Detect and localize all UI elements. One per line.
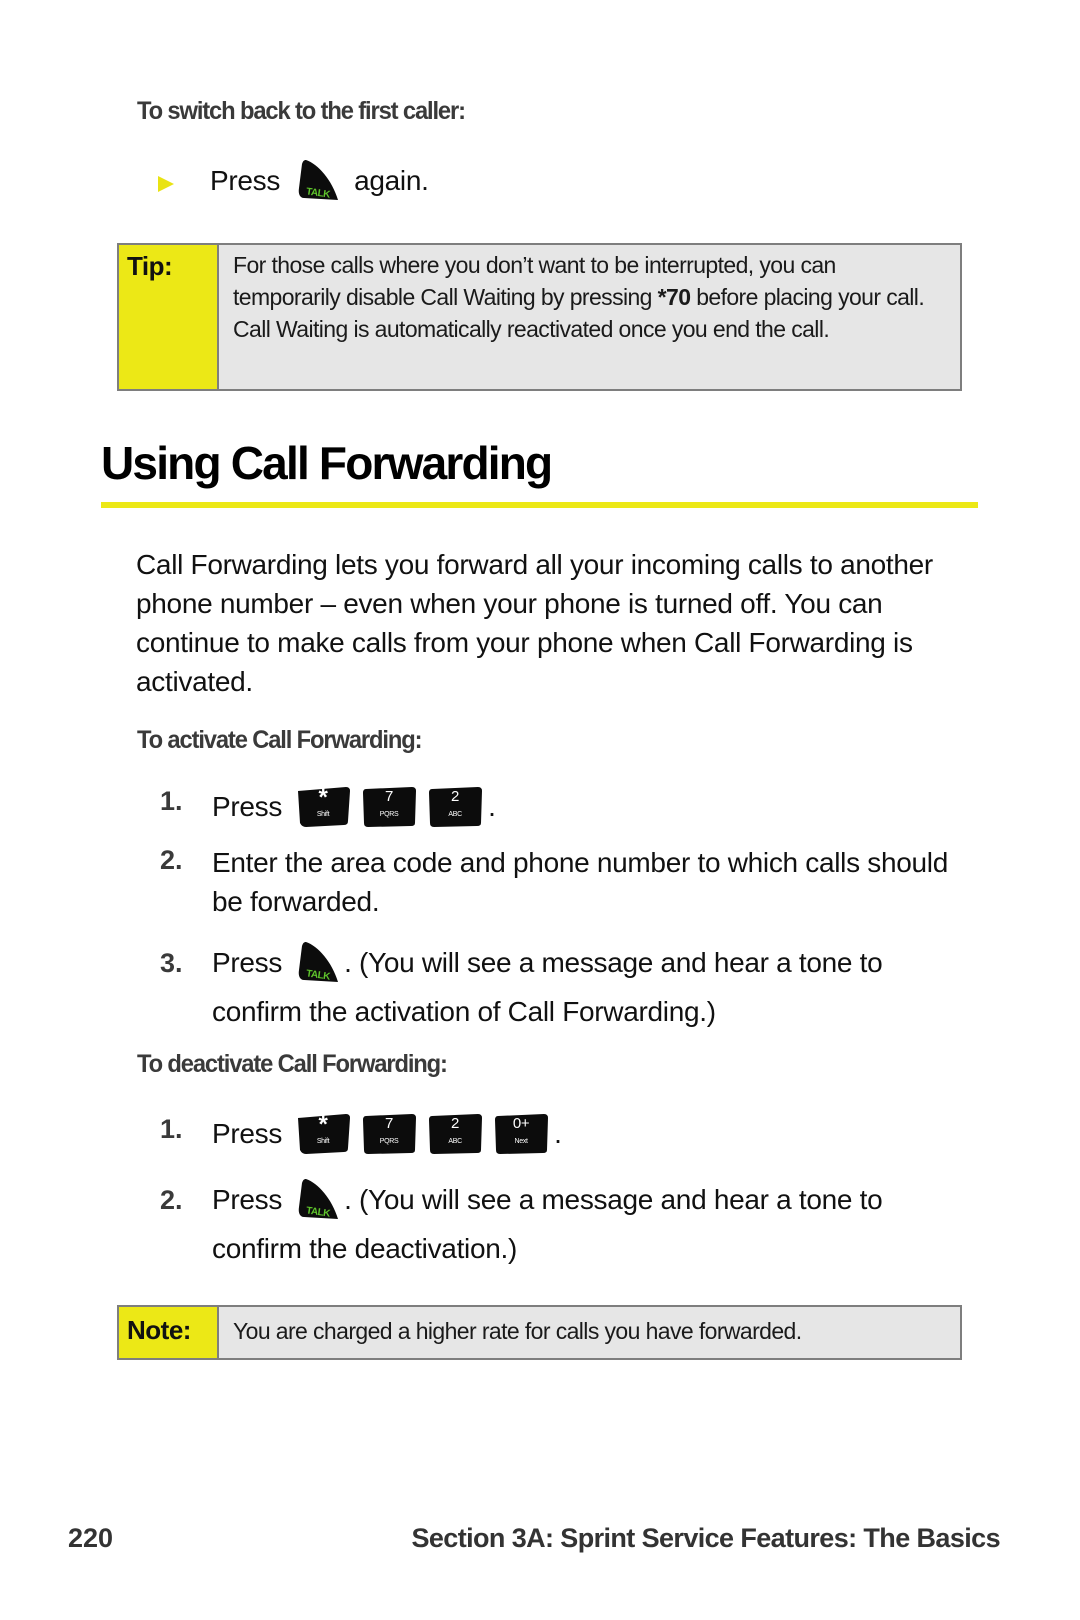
talk-key-label: TALK (305, 1205, 331, 1220)
talk-key-icon: TALK (296, 158, 340, 202)
period: . (554, 1117, 562, 1149)
key-sub-label: Next (514, 1138, 528, 1145)
again-label: again. (354, 164, 429, 196)
keypad-key-icon: * Shift (294, 785, 352, 827)
keypad-key-icon: * Shift (294, 1112, 352, 1154)
switch-back-heading: To switch back to the first caller: (137, 97, 466, 125)
deactivate-step-2: Press TALK . (You will see a message and… (212, 1177, 883, 1221)
step-number: 3. (160, 948, 183, 978)
key-main-label: 7 (385, 788, 394, 805)
key-main-label: * (318, 784, 328, 811)
press-label: Press (212, 946, 283, 978)
press-label: Press (210, 164, 281, 196)
step-text: . (You will see a message and hear a ton… (344, 1183, 883, 1215)
key-main-label: * (318, 1111, 328, 1138)
talk-key-label: TALK (305, 968, 331, 983)
keypad-key-icon: 2 ABC (426, 785, 484, 827)
note-callout: Note: You are charged a higher rate for … (117, 1305, 962, 1360)
step-number: 1. (160, 786, 183, 816)
activate-step-1: Press * Shift 7 PQRS 2 ABC . (212, 785, 496, 827)
press-label: Press (212, 790, 283, 822)
press-label: Press (212, 1183, 283, 1215)
note-text: You are charged a higher rate for calls … (233, 1318, 802, 1344)
intro-paragraph: Call Forwarding lets you forward all you… (136, 549, 933, 697)
title-underline (101, 502, 978, 508)
talk-key-label: TALK (305, 186, 331, 201)
period: . (488, 790, 496, 822)
step-text: . (You will see a message and hear a ton… (344, 946, 883, 978)
key-sub-label: Shift (316, 1138, 330, 1145)
key-sub-label: PQRS (379, 1138, 399, 1145)
tip-text: For those calls where you don’t want to … (219, 245, 960, 389)
talk-key-icon: TALK (296, 1177, 340, 1221)
activate-step-3-line2: confirm the activation of Call Forwardin… (212, 996, 716, 1027)
step-number: 2. (160, 1185, 183, 1215)
tip-label: Tip: (119, 245, 219, 389)
key-main-label: 2 (451, 1115, 460, 1132)
deactivate-step-1: Press * Shift 7 PQRS 2 ABC 0+ Next . (212, 1112, 562, 1154)
key-sub-label: ABC (448, 1138, 462, 1145)
page-title: Using Call Forwarding (101, 437, 553, 489)
tip-code: *70 (657, 284, 691, 310)
bullet-arrow-icon (158, 176, 174, 192)
deactivate-heading: To deactivate Call Forwarding: (137, 1050, 448, 1078)
keypad-key-icon: 2 ABC (426, 1112, 484, 1154)
keypad-key-icon: 0+ Next (492, 1112, 550, 1154)
key-main-label: 7 (385, 1115, 394, 1132)
key-main-label: 0+ (512, 1115, 530, 1132)
talk-key-icon: TALK (296, 940, 340, 984)
keypad-key-icon: 7 PQRS (360, 785, 418, 827)
key-sequence: * Shift 7 PQRS 2 ABC (290, 785, 488, 827)
step-number: 1. (160, 1114, 183, 1144)
note-label: Note: (119, 1307, 219, 1358)
step-number: 2. (160, 845, 183, 875)
key-sub-label: ABC (448, 811, 462, 818)
activate-step-2: Enter the area code and phone number to … (212, 847, 948, 917)
key-sub-label: Shift (316, 811, 330, 818)
switch-back-instruction: Press TALK again. (210, 158, 429, 202)
activate-heading: To activate Call Forwarding: (137, 726, 423, 754)
page-number: 220 (68, 1523, 114, 1553)
keypad-key-icon: 7 PQRS (360, 1112, 418, 1154)
key-main-label: 2 (451, 788, 460, 805)
footer-section-title: Section 3A: Sprint Service Features: The… (411, 1523, 1000, 1553)
press-label: Press (212, 1117, 283, 1149)
key-sequence: * Shift 7 PQRS 2 ABC 0+ Next (290, 1112, 554, 1154)
key-sub-label: PQRS (379, 811, 399, 818)
tip-callout: Tip: For those calls where you don’t wan… (117, 243, 962, 391)
deactivate-step-2-line2: confirm the deactivation.) (212, 1233, 518, 1264)
activate-step-3: Press TALK . (You will see a message and… (212, 940, 883, 984)
